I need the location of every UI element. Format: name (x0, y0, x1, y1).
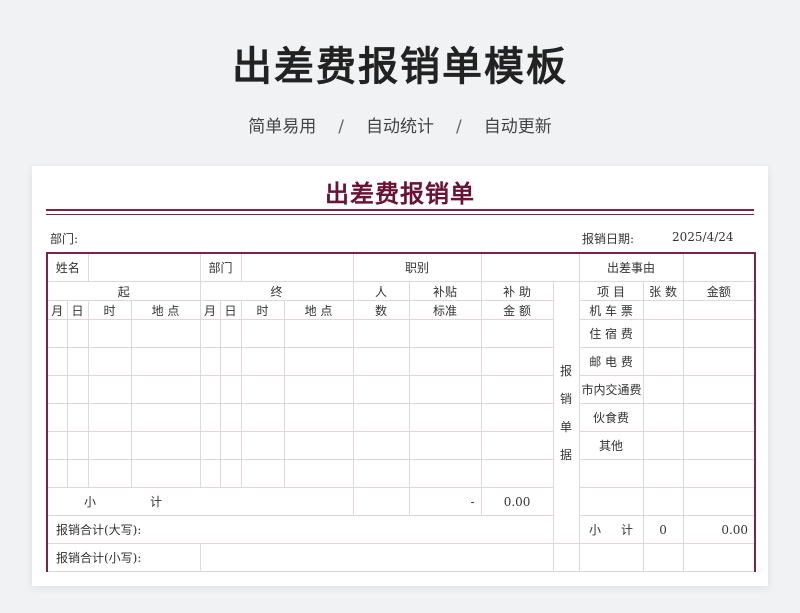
item-count[interactable] (642, 403, 684, 432)
month-header: 月 (199, 300, 221, 320)
end-header: 终 (199, 281, 354, 301)
allowance-header: 标准 (408, 300, 482, 320)
right-subtotal-count: 0 (642, 515, 684, 544)
day-header: 日 (219, 300, 242, 320)
subsidy-header: 金 额 (480, 300, 554, 320)
position-label: 职别 (352, 252, 482, 282)
item-header: 项 目 (578, 281, 644, 301)
item-name: 其他 (578, 431, 644, 460)
date-label: 报销日期: (582, 232, 635, 246)
time-header: 时 (87, 300, 132, 320)
item-amount[interactable] (682, 375, 757, 404)
place-header: 地 点 (283, 300, 354, 320)
title-rule-top (46, 209, 754, 211)
item-amount[interactable] (682, 403, 757, 432)
item-count[interactable] (642, 375, 684, 404)
subtitle-separator: / (338, 117, 344, 137)
hero-subtitle: 简单易用 / 自动统计 / 自动更新 (0, 112, 800, 137)
form-title: 出差费报销单 (325, 179, 475, 208)
item-count[interactable] (642, 431, 684, 460)
total-lower-label: 报销合计(小写): (46, 543, 201, 572)
place-header: 地 点 (130, 300, 201, 320)
item-amount[interactable] (682, 431, 757, 460)
right-subtotal-amount: 0.00 (682, 515, 757, 544)
subtotal-amount: 0.00 (480, 487, 554, 516)
table-row: 姓名 部门 职别 出差事由 (46, 252, 757, 282)
allowance-header: 补贴 (408, 281, 482, 301)
total-upper-row: 报销合计(大写): 小计 0 0.00 (46, 515, 757, 544)
item-name: 邮 电 费 (578, 347, 644, 376)
day-header: 日 (66, 300, 89, 320)
right-subtotal-label: 小计 (578, 515, 644, 544)
date-value: 2025/4/24 (672, 230, 734, 244)
count-header: 张 数 (642, 281, 684, 301)
table-row: 月 日 时 地 点 月 日 时 地 点 数 标准 金 额 机 车 票 (46, 300, 757, 320)
form-card: 出差费报销单 部门: 报销日期: 2025/4/24 姓名 部门 职别 出差事由… (32, 166, 768, 586)
title-rule-bottom (46, 214, 754, 215)
people-header: 数 (352, 300, 410, 320)
subtitle-item: 自动统计 (366, 117, 434, 137)
subtitle-item: 简单易用 (248, 117, 317, 137)
item-amount[interactable] (682, 319, 757, 348)
table-row: 其他 (46, 431, 757, 460)
total-upper-label: 报销合计(大写): (46, 515, 554, 544)
subtotal-label: 小计 (46, 487, 354, 516)
table-row (46, 459, 757, 488)
subtotal-row: 小计 - 0.00 (46, 487, 757, 516)
item-count[interactable] (642, 300, 684, 320)
item-name: 机 车 票 (578, 300, 644, 320)
subsidy-header: 补 助 (480, 281, 554, 301)
amount-header: 金额 (682, 281, 757, 301)
expense-table: 姓名 部门 职别 出差事由 起 终 人 补贴 补 助 报 销 单 据 项 目 张… (46, 252, 757, 572)
item-count[interactable] (642, 319, 684, 348)
reason-label: 出差事由 (578, 252, 684, 282)
position-field[interactable] (480, 252, 580, 282)
receipt-vertical-label: 报 销 单 据 (552, 281, 580, 544)
total-lower-field[interactable] (199, 543, 554, 572)
name-label: 姓名 (46, 252, 89, 282)
subtotal-dash: - (408, 487, 482, 516)
table-row: 起 终 人 补贴 补 助 报 销 单 据 项 目 张 数 金额 (46, 281, 757, 544)
table-row: 邮 电 费 (46, 347, 757, 376)
month-header: 月 (46, 300, 68, 320)
start-header: 起 (46, 281, 201, 301)
table-row: 伙食费 (46, 403, 757, 432)
name-field[interactable] (87, 252, 201, 282)
item-amount[interactable] (682, 347, 757, 376)
item-count[interactable] (642, 347, 684, 376)
dept-label: 部门 (199, 252, 242, 282)
item-name: 伙食费 (578, 403, 644, 432)
department-label: 部门: (50, 232, 79, 246)
time-header: 时 (240, 300, 285, 320)
hero-title: 出差费报销单模板 (232, 44, 568, 90)
item-name: 市内交通费 (578, 375, 644, 404)
total-lower-row: 报销合计(小写): (46, 543, 757, 572)
reason-field[interactable] (682, 252, 757, 282)
table-row: 市内交通费 (46, 375, 757, 404)
subtitle-separator: / (456, 117, 462, 137)
item-amount[interactable] (682, 300, 757, 320)
people-header: 人 (352, 281, 410, 301)
dept-field[interactable] (240, 252, 354, 282)
subtitle-item: 自动更新 (483, 117, 552, 137)
table-row: 住 宿 费 (46, 319, 757, 348)
item-name: 住 宿 费 (578, 319, 644, 348)
